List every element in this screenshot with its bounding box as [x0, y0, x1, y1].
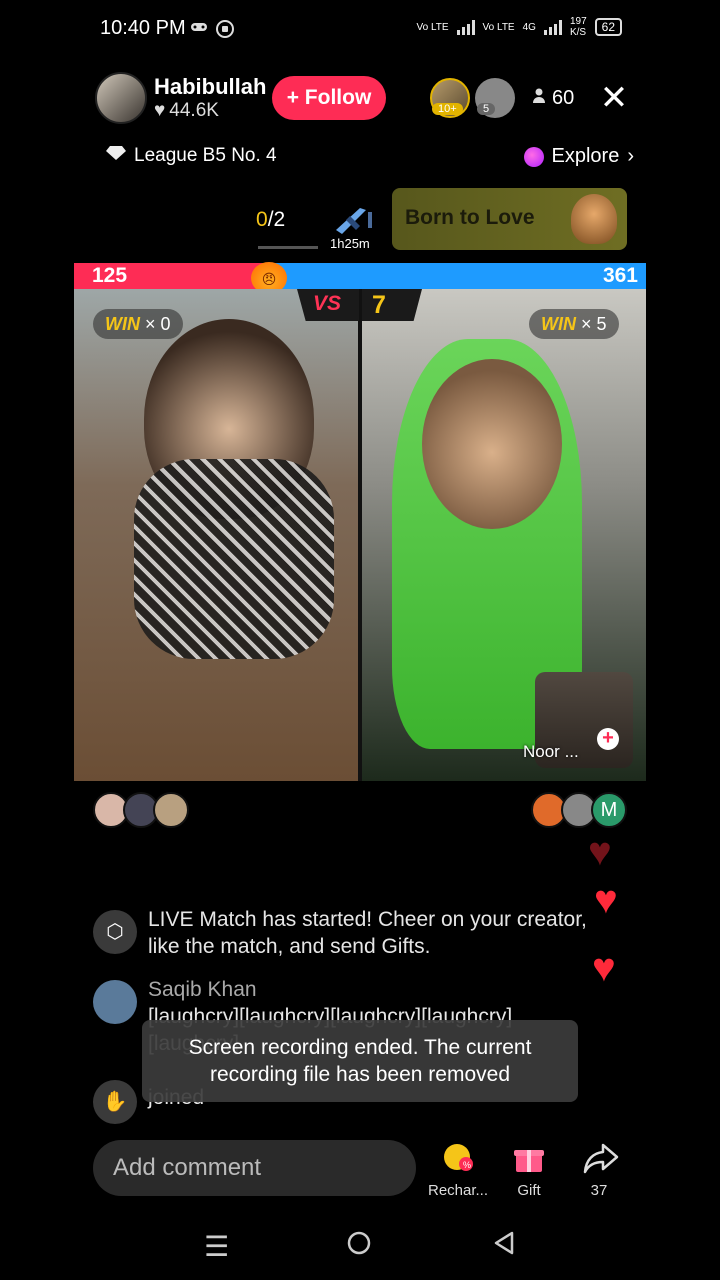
- heart-icon: ♥: [592, 946, 616, 990]
- left-win-streak: WIN × 0: [93, 309, 183, 339]
- system-indicators: Vo LTE Vo LTE 4G 197 K/S 62: [416, 16, 622, 38]
- screen-recording-toast: Screen recording ended. The current reco…: [142, 1020, 578, 1102]
- goal-progress-track: [258, 246, 318, 249]
- svg-text:%: %: [463, 1160, 471, 1170]
- menu-nav-icon[interactable]: ☰: [204, 1230, 229, 1263]
- left-top-gifters[interactable]: [93, 792, 189, 828]
- host-avatar[interactable]: [95, 72, 147, 124]
- heart-icon: ♥: [588, 830, 612, 874]
- back-nav-icon[interactable]: [492, 1230, 516, 1263]
- left-score-segment: 125: [74, 263, 273, 289]
- chevron-right-icon: ›: [627, 145, 634, 167]
- add-cohost-icon[interactable]: +: [597, 728, 619, 750]
- gift-button[interactable]: Gift: [493, 1142, 565, 1199]
- battle-weapon-icon: [330, 202, 374, 236]
- right-top-gifters[interactable]: M: [531, 792, 627, 828]
- share-button[interactable]: 37: [563, 1142, 635, 1199]
- gifter-avatar: M: [591, 792, 627, 828]
- vs-badge: VS: [297, 289, 359, 321]
- match-icon: ⬡: [93, 910, 137, 954]
- volte-label-1: Vo LTE: [416, 21, 449, 33]
- left-streamer-scarf: [134, 459, 334, 659]
- viewer-rank-badge: 10+: [432, 103, 463, 115]
- record-icon: [216, 20, 234, 43]
- left-score: 125: [92, 264, 128, 287]
- clock: 10:40 PM: [100, 17, 186, 39]
- right-win-streak: WIN × 5: [529, 309, 619, 339]
- explore-orb-icon: [523, 146, 544, 167]
- explore-button[interactable]: Explore ›: [523, 145, 634, 168]
- follow-button[interactable]: + Follow: [272, 76, 386, 120]
- right-streamer: [422, 359, 562, 529]
- cohost-preview[interactable]: Noor ... +: [523, 672, 633, 768]
- battle-timer: 1h25m: [330, 236, 370, 251]
- right-score-segment: 361: [273, 263, 646, 289]
- host-name[interactable]: Habibullah: [154, 74, 266, 100]
- gifter-avatar: [153, 792, 189, 828]
- battery-icon: 62: [594, 18, 622, 36]
- coin-icon: %: [442, 1142, 474, 1174]
- network-type: 4G: [522, 21, 536, 33]
- goal-progress[interactable]: 0/2: [256, 208, 285, 232]
- host-likes: ♥ 44.6K: [154, 100, 219, 121]
- comment-input[interactable]: [93, 1140, 416, 1196]
- signal-icon-2: [543, 19, 562, 35]
- status-bar: 10:40 PM Vo LTE Vo LTE 4G 197 K/S 62: [0, 0, 720, 58]
- league-badge[interactable]: League B5 No. 4: [106, 145, 277, 167]
- chat-message: ⬡ LIVE Match has started! Cheer on your …: [93, 906, 593, 966]
- cohost-name: Noor ...: [523, 742, 579, 761]
- viewer-count[interactable]: 60: [532, 87, 574, 110]
- left-video-feed[interactable]: [74, 289, 358, 781]
- home-nav-icon[interactable]: [346, 1230, 372, 1263]
- close-icon[interactable]: ✕: [596, 80, 632, 116]
- user-avatar[interactable]: [93, 980, 137, 1024]
- heart-icon: ♥: [594, 878, 618, 922]
- viewer-rank-badge-2: 5: [477, 103, 496, 115]
- right-score: 361: [602, 264, 638, 287]
- gift-banner-text: Born to Love: [405, 206, 535, 229]
- battle-score-bar: 125 361: [74, 263, 646, 289]
- recharge-button[interactable]: % Rechar...: [422, 1142, 494, 1199]
- heart-icon: ♥: [154, 100, 166, 121]
- volte-label-2: Vo LTE: [482, 21, 515, 33]
- share-arrow-icon: [583, 1142, 619, 1174]
- gamepad-icon: [190, 20, 208, 43]
- chat-username: Saqib Khan: [148, 978, 257, 1001]
- gift-icon: [513, 1142, 545, 1174]
- diamond-icon: [106, 145, 126, 167]
- round-counter: 7: [362, 289, 422, 321]
- wave-hand-icon: ✋: [93, 1080, 137, 1124]
- teddy-bear-icon: [571, 194, 617, 244]
- data-speed: 197 K/S: [569, 16, 587, 38]
- status-icons: [190, 20, 234, 43]
- person-icon: [532, 87, 546, 110]
- signal-icon: [456, 19, 475, 35]
- gift-banner[interactable]: Born to Love: [392, 188, 627, 250]
